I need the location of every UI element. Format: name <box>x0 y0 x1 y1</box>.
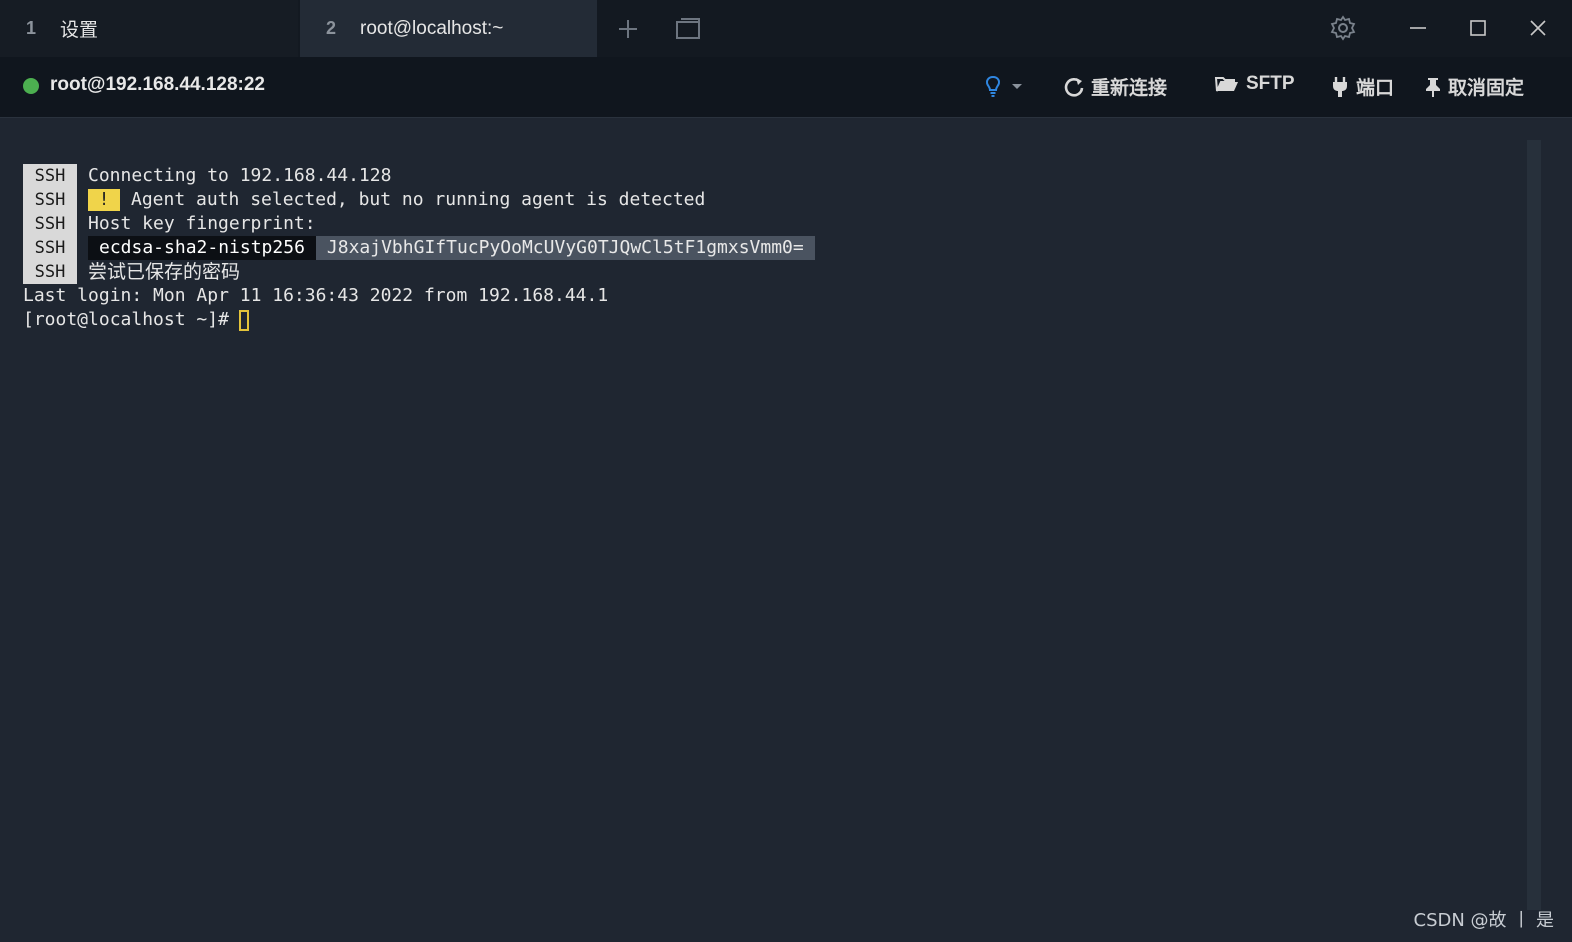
fingerprint-hash: J8xajVbhGIfTucPyOoMcUVyG0TJQwCl5tF1gmxsV… <box>315 236 815 260</box>
warning-icon: ! <box>88 189 120 211</box>
gear-icon[interactable] <box>1323 10 1363 46</box>
sftp-button[interactable]: SFTP <box>1214 73 1295 95</box>
terminal-line: SSH! Agent auth selected, but no running … <box>23 188 705 212</box>
window-layout-icon[interactable] <box>673 14 703 44</box>
reconnect-button[interactable]: 重新连接 <box>1063 73 1167 100</box>
reconnect-label: 重新连接 <box>1091 78 1168 99</box>
ssh-tag: SSH <box>23 188 77 212</box>
terminal-cursor <box>238 309 249 331</box>
session-toolbar: root@192.168.44.128:22 重新连接 SFTP 端口 取消固定 <box>0 57 1572 118</box>
port-forward-button[interactable]: 端口 <box>1330 73 1394 100</box>
tab-number: 1 <box>26 18 37 38</box>
maximize-icon[interactable] <box>1458 10 1498 46</box>
watermark: CSDN @故 丨 是 <box>1413 910 1554 931</box>
port-label: 端口 <box>1356 78 1395 99</box>
unpin-label: 取消固定 <box>1448 78 1525 99</box>
unpin-button[interactable]: 取消固定 <box>1424 73 1524 100</box>
scrollbar[interactable] <box>1527 140 1541 910</box>
ssh-tag: SSH <box>23 212 77 236</box>
tab-settings[interactable]: 1 设置 <box>0 0 298 57</box>
line-text: Host key fingerprint: <box>88 213 316 234</box>
connection-status-icon <box>23 78 39 94</box>
ssh-tag: SSH <box>23 164 77 188</box>
terminal-line: SSH ecdsa-sha2-nistp256 J8xajVbhGIfTucPyOo… <box>23 236 815 260</box>
terminal-line: SSH 尝试已保存的密码 <box>23 260 240 284</box>
ssh-tag: SSH <box>23 236 77 260</box>
connection-title: root@192.168.44.128:22 <box>50 74 265 95</box>
terminal-output[interactable]: SSH Connecting to 192.168.44.128 SSH! Agen… <box>0 118 1572 942</box>
line-text: Agent auth selected, but no running agen… <box>131 189 706 210</box>
quick-command-button[interactable] <box>982 75 1030 97</box>
line-text: Connecting to 192.168.44.128 <box>88 165 392 186</box>
plug-icon <box>1333 76 1347 97</box>
new-tab-icon[interactable] <box>613 14 643 44</box>
line-text: 尝试已保存的密码 <box>88 261 241 283</box>
terminal-line: SSH Connecting to 192.168.44.128 <box>23 164 391 188</box>
folder-open-icon <box>1214 77 1238 92</box>
tab-ssh-session[interactable]: 2 root@localhost:~ <box>300 0 597 57</box>
ssh-tag: SSH <box>23 260 77 284</box>
refresh-icon <box>1064 77 1084 97</box>
line-text: Last login: Mon Apr 11 16:36:43 2022 fro… <box>23 285 609 306</box>
pin-icon <box>1426 77 1440 97</box>
tab-label: root@localhost:~ <box>360 17 504 39</box>
terminal-line: Last login: Mon Apr 11 16:36:43 2022 fro… <box>23 284 608 308</box>
chevron-down-icon <box>1012 84 1022 89</box>
terminal-line: SSH Host key fingerprint: <box>23 212 316 236</box>
lightbulb-icon <box>986 75 1000 97</box>
tab-bar: 1 设置 2 root@localhost:~ <box>0 0 1572 57</box>
fingerprint-algorithm: ecdsa-sha2-nistp256 <box>88 236 316 260</box>
terminal-prompt-line[interactable]: [root@localhost ~]# <box>23 308 249 332</box>
tab-label: 设置 <box>60 20 99 41</box>
shell-prompt: [root@localhost ~]# <box>23 309 229 330</box>
sftp-label: SFTP <box>1246 73 1295 94</box>
close-icon[interactable] <box>1518 10 1558 46</box>
minimize-icon[interactable] <box>1398 10 1438 46</box>
tab-number: 2 <box>326 18 337 38</box>
